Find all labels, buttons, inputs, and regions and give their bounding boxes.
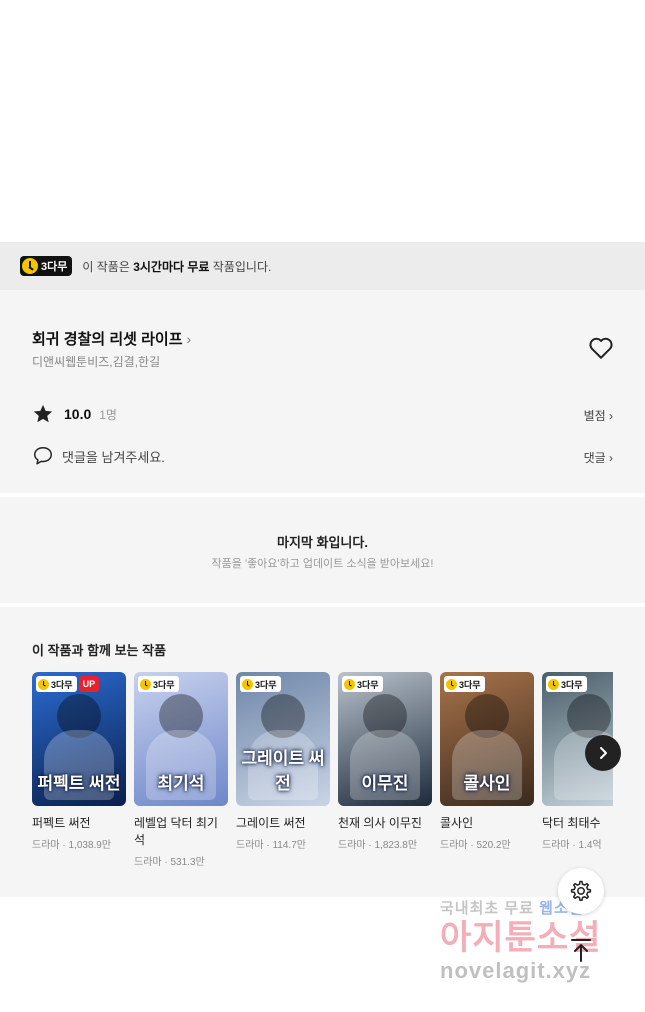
wait-free-badge: 3다무 xyxy=(444,676,485,692)
recommended-section: 이 작품과 함께 보는 작품 3다무 UP 퍼펙트 써전 퍼펙트 써전 드라마 · 1,… xyxy=(0,607,645,897)
cover-title-art: 퍼펙트 써전 xyxy=(37,774,121,793)
clock-icon xyxy=(344,678,355,690)
card-genre-views: 드라마 · 1,823.8만 xyxy=(338,840,418,851)
clock-icon xyxy=(242,678,253,690)
badge-label: 3다무 xyxy=(51,679,73,690)
cover-title-art: 최기석 xyxy=(157,774,205,793)
watermark-line3: novelagit.xyz xyxy=(440,958,592,983)
card-genre-views: 드라마 · 1,038.9만 xyxy=(32,840,112,851)
card-title: 닥터 최태수 xyxy=(542,816,601,830)
chevron-right-icon xyxy=(600,747,607,759)
cover-thumbnail: 3다무최기석 xyxy=(134,672,228,806)
carousel-next-button[interactable] xyxy=(585,735,621,771)
cover-thumbnail: 3다무콜사인 xyxy=(440,672,534,806)
card-title: 천재 의사 이무진 xyxy=(338,816,422,830)
gear-icon xyxy=(570,880,592,902)
last-episode-title: 마지막 화입니다. xyxy=(277,535,368,550)
comment-placeholder: 댓글을 남겨주세요. xyxy=(62,449,165,465)
arrow-up-icon[interactable] xyxy=(566,935,596,965)
recommended-card[interactable]: 3다무이무진천재 의사 이무진드라마 · 1,823.8만 xyxy=(338,672,432,851)
comments-link-label: 댓글 xyxy=(583,451,606,465)
card-title: 레벨업 닥터 최기석 xyxy=(134,816,218,847)
wait-free-badge: 3다무 xyxy=(240,676,281,692)
wait-free-badge: 3다무 xyxy=(138,676,179,692)
free-every-3h-banner: 3다무 이 작품은 3시간마다 무료 작품입니다. xyxy=(0,242,645,290)
settings-button[interactable] xyxy=(558,868,604,914)
last-episode-subtitle: 작품을 '좋아요'하고 업데이트 소식을 받아보세요! xyxy=(211,558,434,570)
banner-text-bold: 3시간마다 무료 xyxy=(133,259,210,274)
card-genre-views: 드라마 · 531.3만 xyxy=(134,857,205,868)
badge-label: 3다무 xyxy=(357,679,379,690)
card-genre-views: 드라마 · 114.7만 xyxy=(236,840,306,851)
wait-free-badge: 3다무 xyxy=(36,676,77,692)
wait-free-badge: 3다무 xyxy=(20,256,73,276)
last-episode-notice: 마지막 화입니다. 작품을 '좋아요'하고 업데이트 소식을 받아보세요! xyxy=(0,497,645,603)
card-title: 그레이트 써전 xyxy=(236,816,306,830)
star-filled-icon xyxy=(33,404,53,423)
badge-label: 3다무 xyxy=(255,679,277,690)
rating-count: 1명 xyxy=(99,407,117,422)
speech-bubble-icon xyxy=(34,447,52,465)
heart-outline-icon[interactable] xyxy=(588,336,614,360)
clock-icon xyxy=(446,678,457,690)
recommended-carousel: 3다무 UP 퍼펙트 써전 퍼펙트 써전 드라마 · 1,038.9만 3다무 최기석 레벨업… xyxy=(32,672,613,882)
up-badge: UP xyxy=(78,676,100,692)
card-title: 퍼펙트 써전 xyxy=(32,816,91,830)
rate-link[interactable]: 별점 › xyxy=(584,407,613,424)
work-title-link[interactable]: 회귀 경찰의 리셋 라이프 › xyxy=(32,328,191,349)
recommended-card[interactable]: 3다무 그레이트 써전 그레이트 써전 드라마 · 114.7만 xyxy=(236,672,330,851)
recommended-title: 이 작품과 함께 보는 작품 xyxy=(32,643,167,658)
cover-thumbnail: 3다무이무진 xyxy=(338,672,432,806)
chevron-right-icon: › xyxy=(609,409,613,423)
cover-thumbnail: 3다무 UP 퍼펙트 써전 xyxy=(32,672,126,806)
badge-label: 3다무 xyxy=(459,679,481,690)
clock-icon xyxy=(548,678,559,690)
recommended-card[interactable]: 3다무 콜사인 콜사인 드라마 · 520.2만 xyxy=(440,672,534,851)
badge-label: 3다무 xyxy=(561,679,583,690)
work-authors: 디앤씨웹툰비즈,김결,한길 xyxy=(32,355,161,369)
cover-title-art: 그레이트 써전 xyxy=(241,749,325,793)
recommended-card[interactable]: 3다무최기석레벨업 닥터 최기석드라마 · 531.3만 xyxy=(134,672,228,868)
card-genre-views: 드라마 · 520.2만 xyxy=(440,840,511,851)
wait-free-badge: 3다무 xyxy=(342,676,383,692)
top-blank-area xyxy=(0,0,645,242)
badge-label: 3다무 xyxy=(153,679,175,690)
clock-icon xyxy=(140,678,151,690)
watermark: 국내최초 무료 웹소설 아지툰소설 novelagit.xyz xyxy=(440,897,640,984)
badge-label: 3다무 xyxy=(41,261,68,273)
rate-link-label: 별점 xyxy=(583,409,606,423)
watermark-line2: 아지툰소설 xyxy=(440,919,602,957)
card-genre-views: 드라마 · 1.4억 xyxy=(542,840,602,851)
watermark-line1: 국내최초 무료 웹소설 xyxy=(440,900,584,917)
cover-title-art: 이무진 xyxy=(361,774,409,793)
recommended-card[interactable]: 3다무 UP 퍼펙트 써전 퍼펙트 써전 드라마 · 1,038.9만 xyxy=(32,672,126,851)
cover-thumbnail: 3다무그레이트 써전 xyxy=(236,672,330,806)
chevron-right-icon: › xyxy=(186,330,192,347)
rating-row: 10.0 1명 xyxy=(32,403,117,425)
wait-free-badge: 3다무 xyxy=(546,676,587,692)
clock-icon xyxy=(22,258,38,274)
chevron-right-icon: › xyxy=(609,451,613,465)
banner-text-prefix: 이 작품은 xyxy=(82,259,134,274)
banner-text-suffix: 작품입니다. xyxy=(209,259,272,274)
rating-value: 10.0 xyxy=(64,406,92,422)
cover-title-art: 콜사인 xyxy=(463,774,511,793)
clock-icon xyxy=(38,678,49,690)
work-title: 회귀 경찰의 리셋 라이프 xyxy=(32,331,183,348)
work-info-card: 회귀 경찰의 리셋 라이프 › 디앤씨웹툰비즈,김결,한길 10.0 1명 별점… xyxy=(0,290,645,493)
comments-link[interactable]: 댓글 › xyxy=(584,449,613,466)
comment-input-row[interactable]: 댓글을 남겨주세요. xyxy=(32,445,165,467)
card-title: 콜사인 xyxy=(440,816,474,830)
